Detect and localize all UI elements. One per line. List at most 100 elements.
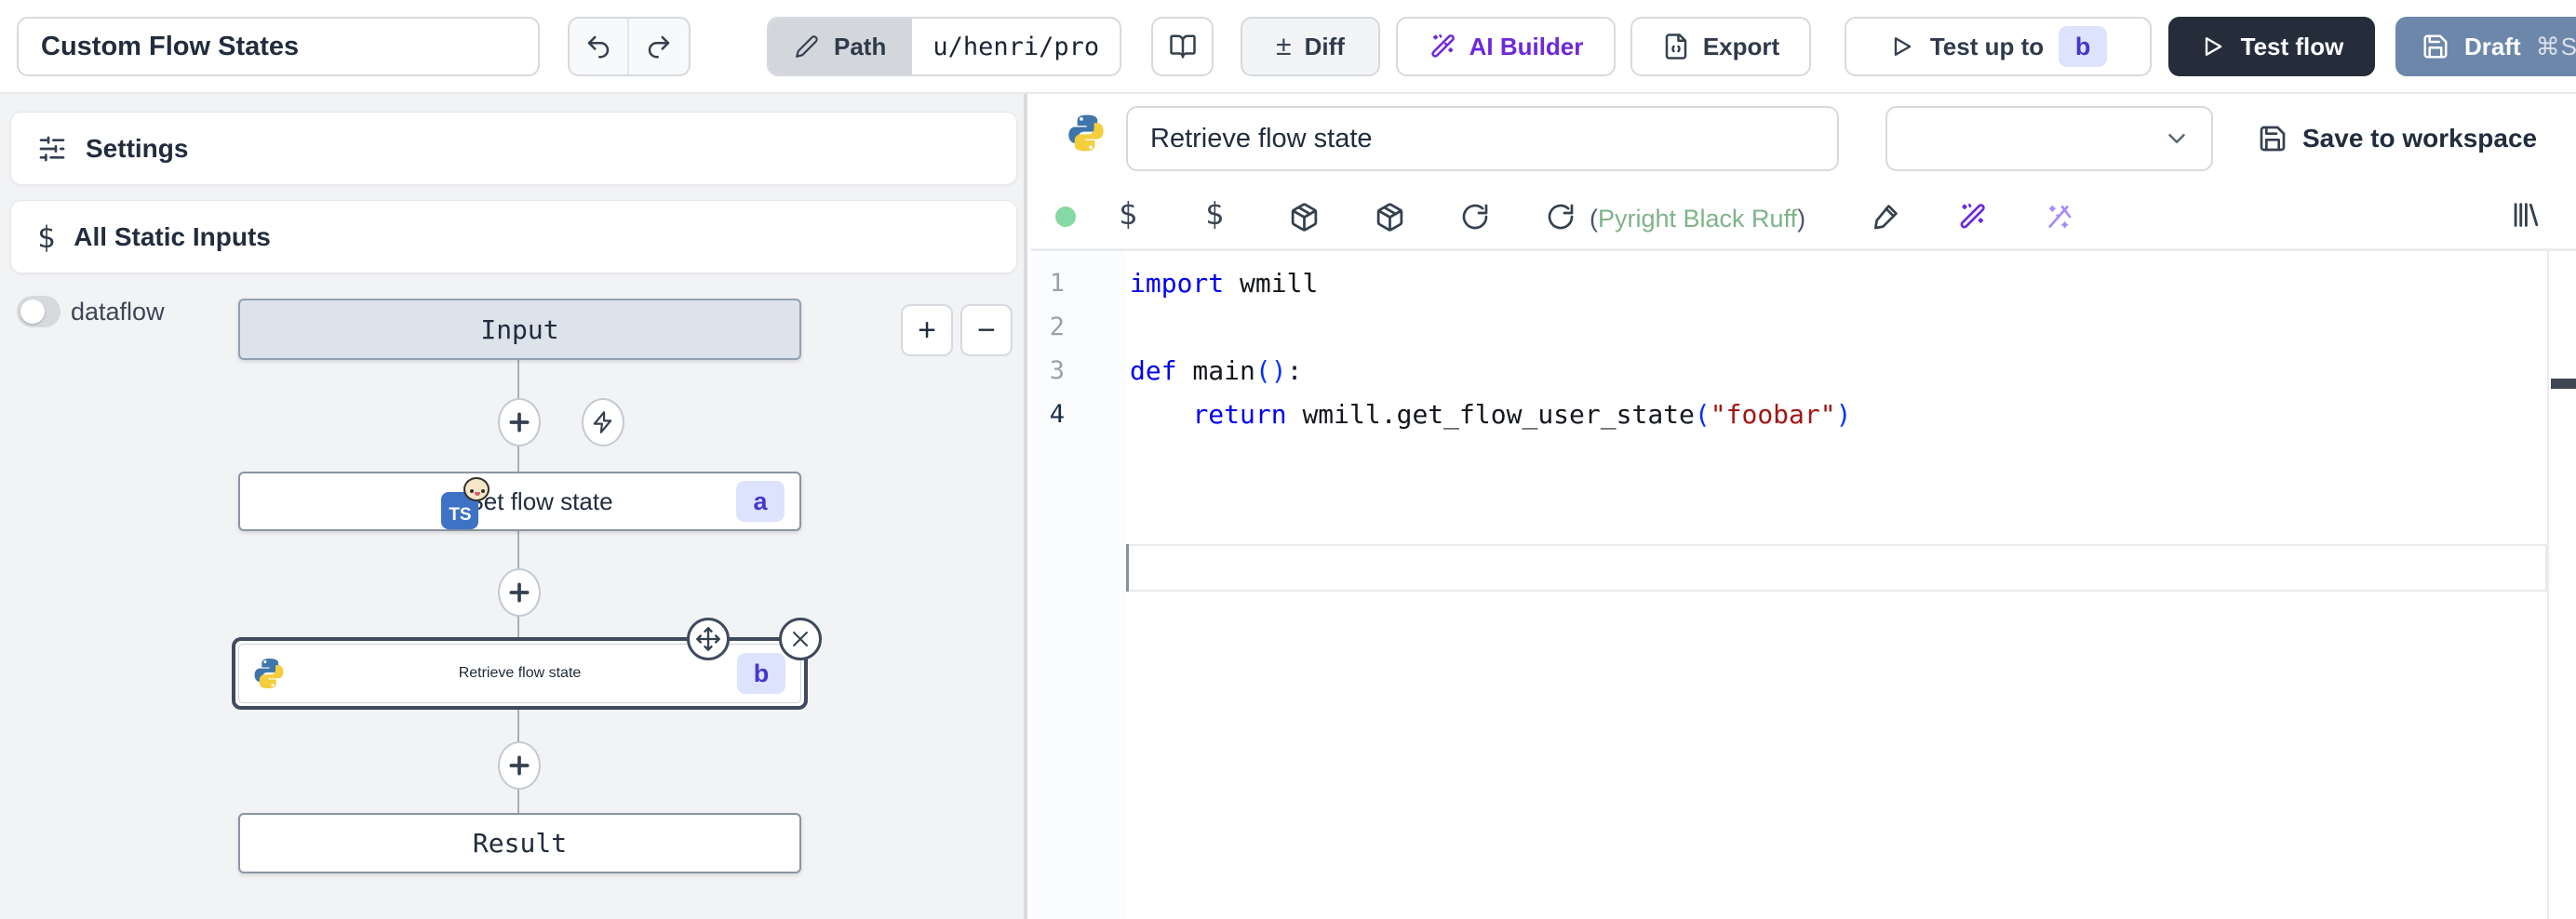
- resources-button[interactable]: $: [1205, 197, 1224, 229]
- language-select[interactable]: [1885, 106, 2213, 171]
- package-button[interactable]: [1289, 201, 1320, 233]
- graph-zoom-in-button[interactable]: +: [901, 304, 953, 356]
- line-number: 1: [1031, 261, 1065, 305]
- status-dot: [1055, 206, 1076, 227]
- zap-icon: [591, 410, 615, 434]
- step-b-label: Retrieve flow state: [459, 665, 582, 682]
- play-icon: [2200, 33, 2226, 60]
- chevron-down-icon: [2163, 125, 2191, 153]
- reload-button[interactable]: [1460, 201, 1490, 233]
- docs-button[interactable]: [1151, 17, 1214, 76]
- main-area: Settings $ All Static Inputs dataflow + …: [0, 94, 2576, 919]
- step-name-input[interactable]: [1126, 106, 1839, 171]
- path-label: Path: [834, 33, 886, 61]
- reload-button[interactable]: [1546, 201, 1576, 233]
- draft-shortcut: ⌘S: [2536, 33, 2576, 61]
- save-draft-button[interactable]: Draft ⌘S: [2395, 17, 2576, 76]
- all-static-inputs-row[interactable]: $ All Static Inputs: [10, 200, 1017, 273]
- wand-sparkles-icon: [1429, 33, 1456, 60]
- flow-name-text: Custom Flow States: [41, 32, 299, 62]
- assistants-status: (Pyright Black Ruff): [1590, 203, 1805, 234]
- dataflow-toggle-label: dataflow: [71, 298, 165, 326]
- export-button[interactable]: Export: [1630, 17, 1811, 76]
- close-icon: [789, 628, 812, 650]
- plus-minus-icon: ±: [1276, 31, 1291, 62]
- code-line[interactable]: return wmill.get_flow_user_state("foobar…: [1126, 393, 1851, 436]
- export-label: Export: [1703, 33, 1779, 61]
- paren-close: ): [1797, 205, 1805, 233]
- step-b-badge: b: [737, 653, 785, 694]
- flow-name-input[interactable]: Custom Flow States: [17, 17, 540, 76]
- bun-typescript-icon: TS: [441, 488, 482, 529]
- package-icon: [1375, 202, 1405, 233]
- code-line[interactable]: def main():: [1126, 349, 1302, 393]
- wand-sparkles-icon: [1957, 202, 1987, 232]
- undo-button[interactable]: [570, 19, 629, 74]
- result-node[interactable]: Result: [238, 813, 801, 873]
- step-editor-panel: Save to workspace $ $: [1031, 94, 2576, 919]
- code-editor[interactable]: 1import wmill23def main():4 return wmill…: [1031, 251, 2576, 919]
- plus-icon: [507, 753, 531, 778]
- insert-step-button[interactable]: [498, 398, 541, 446]
- test-up-to-label: Test up to: [1930, 33, 2044, 61]
- input-node-label: Input: [480, 314, 558, 345]
- assistants-label: Pyright Black Ruff: [1598, 205, 1797, 233]
- variables-button[interactable]: $: [1119, 197, 1137, 229]
- indent-guide: [1126, 544, 1129, 592]
- settings-row[interactable]: Settings: [10, 112, 1017, 185]
- save-to-workspace-label: Save to workspace: [2302, 124, 2537, 153]
- save-icon: [2258, 124, 2288, 153]
- path-label-segment: Path: [769, 19, 912, 74]
- dollar-icon: $: [37, 220, 55, 255]
- test-flow-button[interactable]: Test flow: [2168, 17, 2375, 76]
- line-number: 2: [1031, 305, 1065, 349]
- settings-label: Settings: [86, 134, 188, 164]
- python-icon: [1065, 112, 1107, 154]
- graph-zoom-out-button[interactable]: −: [960, 304, 1013, 356]
- line-number: 3: [1031, 349, 1065, 393]
- step-node-a[interactable]: TS Set flow state a: [238, 472, 801, 531]
- input-node[interactable]: Input: [238, 299, 801, 360]
- format-button[interactable]: [1871, 201, 1900, 233]
- ai-builder-button[interactable]: AI Builder: [1396, 17, 1616, 76]
- paintbrush-icon: [1871, 202, 1900, 232]
- move-step-handle[interactable]: [687, 618, 730, 660]
- result-node-label: Result: [473, 828, 567, 859]
- redo-icon: [645, 33, 673, 60]
- rotate-cw-icon: [1460, 202, 1490, 232]
- plus-icon: [507, 580, 531, 605]
- sparkles-wand-icon: [2044, 202, 2073, 232]
- file-code-icon: [1662, 33, 1690, 60]
- path-button[interactable]: Path u/henri/pro: [767, 17, 1121, 76]
- code-line[interactable]: import wmill: [1126, 261, 1318, 305]
- save-to-workspace-button[interactable]: Save to workspace: [2258, 106, 2537, 171]
- insert-step-button[interactable]: [498, 568, 541, 617]
- trigger-button[interactable]: [582, 398, 624, 446]
- test-up-to-button[interactable]: Test up to b: [1845, 17, 2152, 76]
- code-line[interactable]: [1126, 305, 1130, 349]
- undo-icon: [584, 33, 612, 60]
- book-open-icon: [1169, 33, 1197, 60]
- test-flow-label: Test flow: [2241, 33, 2344, 61]
- ai-builder-label: AI Builder: [1469, 33, 1584, 61]
- editor-right-divider: [2547, 251, 2549, 919]
- dataflow-toggle[interactable]: [17, 296, 60, 327]
- rotate-cw-icon: [1546, 202, 1576, 232]
- ai-fix-button[interactable]: [2044, 201, 2073, 233]
- redo-button[interactable]: [629, 19, 689, 74]
- insert-step-button[interactable]: [498, 741, 541, 790]
- diff-button[interactable]: ± Diff: [1241, 17, 1380, 76]
- paren-open: (: [1590, 205, 1598, 233]
- package-button[interactable]: [1375, 201, 1405, 233]
- library-button[interactable]: [2509, 199, 2541, 231]
- sliders-icon: [37, 134, 67, 164]
- flow-editor-app: Custom Flow States Path u/henri/pro: [0, 0, 2576, 919]
- pencil-icon: [795, 34, 819, 59]
- delete-step-button[interactable]: [779, 618, 822, 660]
- save-icon: [2422, 33, 2449, 60]
- python-icon: [251, 656, 287, 691]
- play-icon: [1889, 33, 1915, 60]
- ai-edit-button[interactable]: [1957, 201, 1987, 233]
- undo-redo-group: [568, 17, 691, 76]
- plus-icon: [507, 410, 531, 434]
